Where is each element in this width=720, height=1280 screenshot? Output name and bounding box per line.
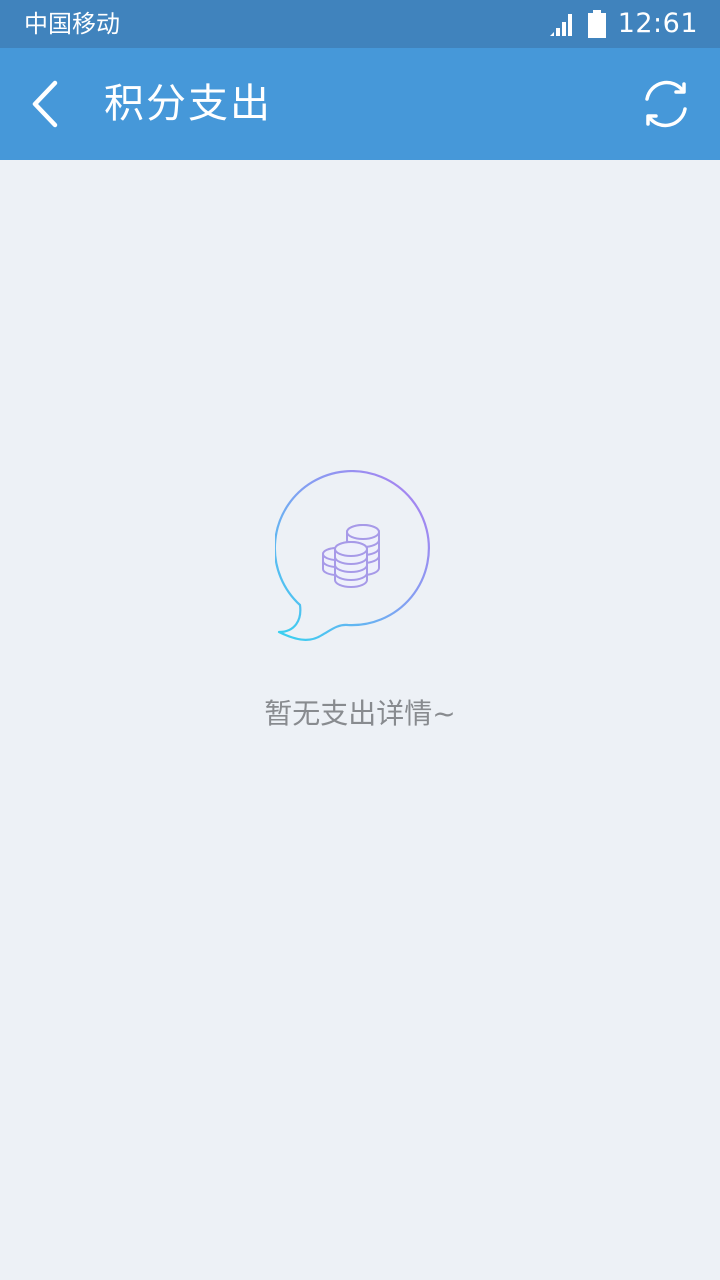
empty-state: 暂无支出详情~: [0, 470, 720, 734]
empty-message: 暂无支出详情~: [264, 697, 456, 730]
status-bar: 中国移动 12:61: [0, 0, 720, 48]
app-bar: 积分支出: [0, 48, 720, 160]
status-icons: 12:61: [548, 8, 698, 40]
coins-speech-bubble-icon: [275, 470, 430, 641]
chevron-left-icon: [32, 80, 58, 128]
carrier-name: 中国移动: [24, 10, 120, 38]
signal-bars-icon: [549, 14, 572, 36]
battery-icon: [587, 10, 606, 38]
refresh-icon: [645, 80, 687, 128]
refresh-button[interactable]: [636, 74, 696, 134]
back-button[interactable]: [16, 72, 76, 136]
page-title: 积分支出: [104, 81, 272, 127]
status-time: 12:61: [617, 8, 698, 39]
